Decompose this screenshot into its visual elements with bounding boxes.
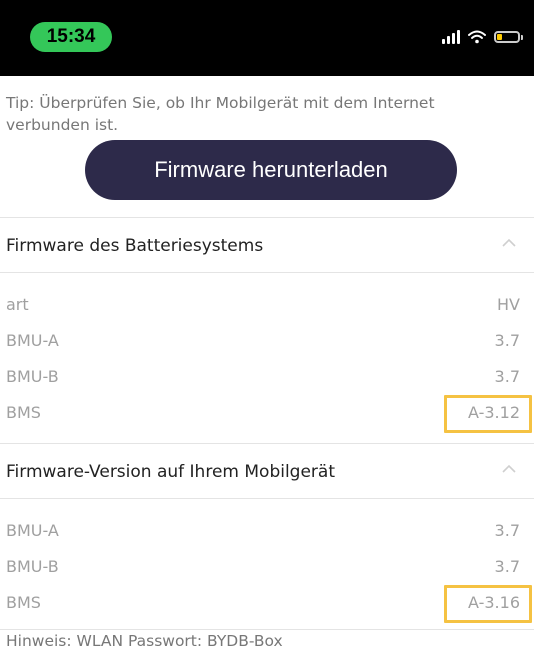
- battery-firmware-section-header[interactable]: Firmware des Batteriesystems: [0, 222, 534, 274]
- row-value: 3.7: [494, 521, 520, 540]
- battery-firmware-row-bmu-b: BMU-B 3.7: [0, 361, 534, 397]
- battery-firmware-row-bmu-a: BMU-A 3.7: [0, 325, 534, 361]
- battery-firmware-title: Firmware des Batteriesystems: [6, 236, 264, 256]
- signal-icon: [442, 30, 460, 44]
- row-label: art: [6, 295, 29, 314]
- highlight-box: [444, 585, 532, 623]
- battery-firmware-row-bms: BMS A-3.12: [0, 395, 534, 433]
- device-firmware-section-header[interactable]: Firmware-Version auf Ihrem Mobilgerät: [0, 448, 534, 500]
- row-label: BMU-A: [6, 331, 59, 350]
- device-firmware-row-bmu-b: BMU-B 3.7: [0, 551, 534, 587]
- row-label: BMU-B: [6, 557, 59, 576]
- divider: [0, 443, 534, 444]
- tip-text: Tip: Überprüfen Sie, ob Ihr Mobilgerät m…: [6, 94, 435, 134]
- status-time: 15:34: [30, 22, 112, 52]
- divider: [0, 629, 534, 630]
- device-firmware-title: Firmware-Version auf Ihrem Mobilgerät: [6, 462, 336, 482]
- status-bar: 15:34: [0, 0, 534, 76]
- chevron-up-icon: [502, 238, 516, 247]
- device-firmware-row-bms: BMS A-3.16: [0, 585, 534, 623]
- download-firmware-button[interactable]: Firmware herunterladen: [85, 140, 457, 200]
- status-icons: [442, 26, 523, 48]
- chevron-up-icon: [502, 464, 516, 473]
- row-label: BMU-A: [6, 521, 59, 540]
- highlight-box: [444, 395, 532, 433]
- wifi-icon: [468, 30, 486, 44]
- row-value: 3.7: [494, 367, 520, 386]
- row-value: HV: [497, 295, 520, 314]
- divider: [0, 217, 534, 218]
- row-label: BMU-B: [6, 367, 59, 386]
- battery-icon: [494, 31, 523, 43]
- row-value: 3.7: [494, 331, 520, 350]
- divider: [0, 272, 534, 273]
- row-label: BMS: [6, 593, 41, 612]
- wlan-password-hint: Hinweis: WLAN Passwort: BYDB-Box: [6, 632, 283, 650]
- device-firmware-row-bmu-a: BMU-A 3.7: [0, 515, 534, 551]
- battery-firmware-row-art: art HV: [0, 289, 534, 325]
- row-value: 3.7: [494, 557, 520, 576]
- divider: [0, 498, 534, 499]
- row-label: BMS: [6, 403, 41, 422]
